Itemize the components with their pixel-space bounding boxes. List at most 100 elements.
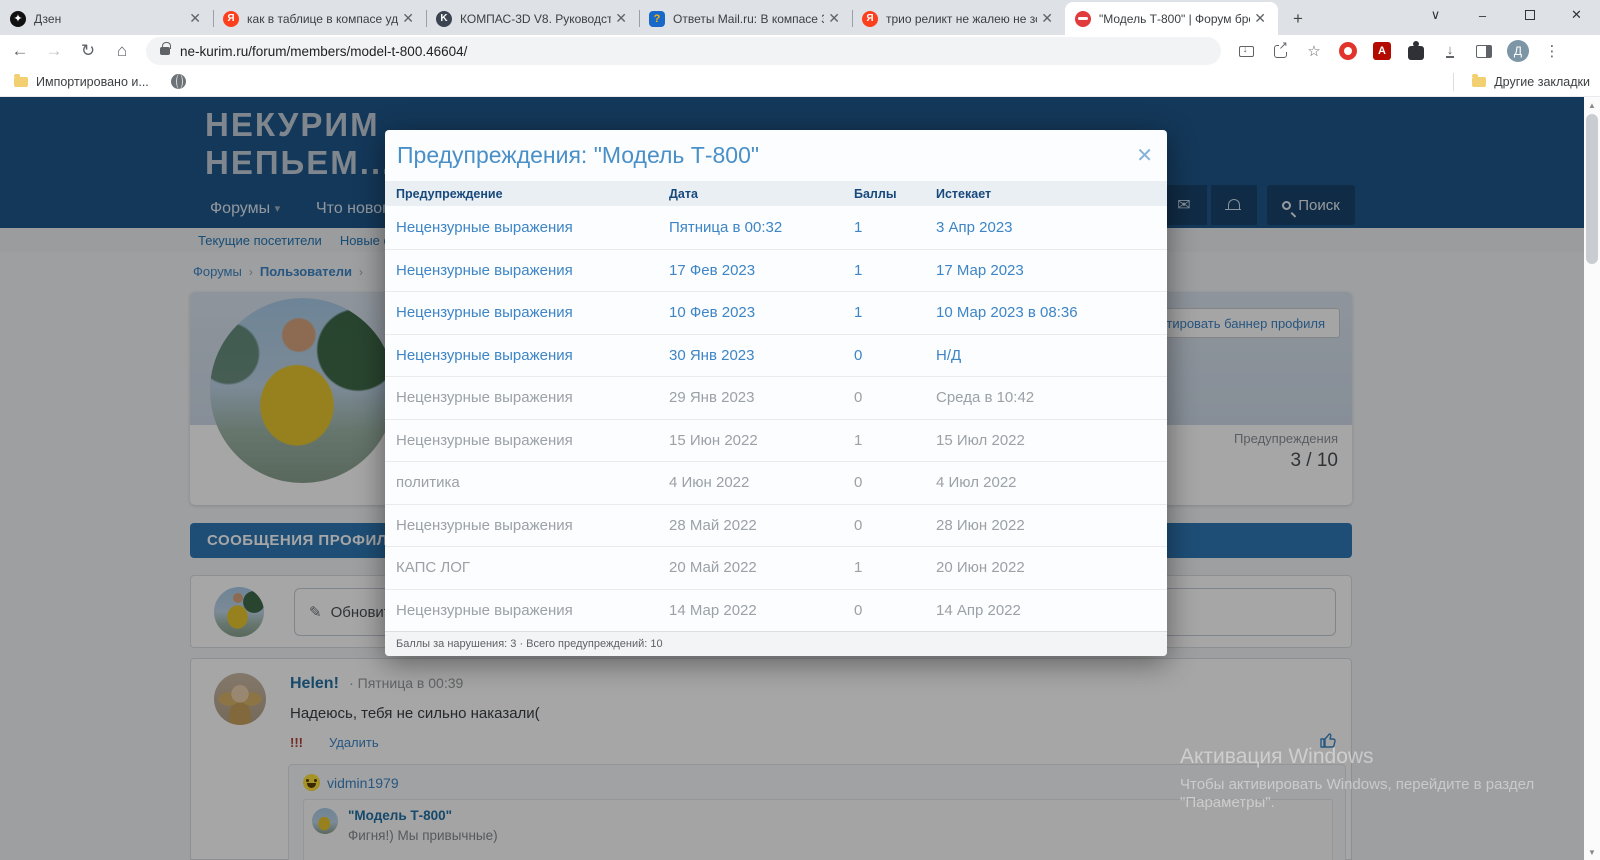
pdf-icon: A bbox=[1373, 42, 1391, 60]
tab-close-icon[interactable]: ✕ bbox=[398, 10, 418, 27]
warning-date: 15 Июн 2022 bbox=[669, 432, 854, 449]
warnings-modal: Предупреждения: "Модель Т-800" ✕ Предупр… bbox=[385, 130, 1167, 656]
warning-link[interactable]: Нецензурные выражения bbox=[385, 347, 669, 364]
yandex-icon: Я bbox=[862, 11, 878, 27]
minimize-button[interactable]: – bbox=[1459, 0, 1506, 30]
warning-expires: Среда в 10:42 bbox=[936, 389, 1167, 406]
table-row[interactable]: Нецензурные выражения 15 Июн 2022 1 15 И… bbox=[385, 419, 1167, 462]
tab-title: как в таблице в компасе уда bbox=[247, 12, 398, 26]
table-row[interactable]: политика 4 Июн 2022 0 4 Июл 2022 bbox=[385, 461, 1167, 504]
close-window-button[interactable]: ✕ bbox=[1553, 0, 1600, 30]
warning-points: 0 bbox=[854, 474, 936, 491]
warning-date: 28 Май 2022 bbox=[669, 517, 854, 534]
warning-link[interactable]: Нецензурные выражения bbox=[385, 517, 669, 534]
tab-search-chevron[interactable]: ∨ bbox=[1412, 0, 1459, 30]
warning-points: 1 bbox=[854, 219, 936, 236]
tab-close-icon[interactable]: ✕ bbox=[1037, 10, 1057, 27]
tab-close-icon[interactable]: ✕ bbox=[1250, 10, 1270, 27]
panel-icon bbox=[1476, 45, 1492, 58]
warnings-table-body: Нецензурные выражения Пятница в 00:32 1 … bbox=[385, 206, 1167, 631]
warning-points: 1 bbox=[854, 559, 936, 576]
windows-activation-watermark: Активация Windows Чтобы активировать Win… bbox=[1180, 745, 1534, 811]
maximize-icon bbox=[1525, 10, 1535, 20]
forward-icon[interactable]: → bbox=[40, 37, 68, 65]
warning-link[interactable]: Нецензурные выражения bbox=[385, 262, 669, 279]
save-page-icon[interactable] bbox=[1235, 40, 1257, 62]
share-icon[interactable] bbox=[1269, 40, 1291, 62]
table-row[interactable]: Нецензурные выражения Пятница в 00:32 1 … bbox=[385, 206, 1167, 249]
tab-title: Ответы Mail.ru: В компасе 3D bbox=[673, 12, 824, 26]
downloads-icon[interactable]: ↓ bbox=[1439, 40, 1461, 62]
other-bookmarks-label: Другие закладки bbox=[1494, 75, 1590, 89]
browser-toolbar: ← → ↻ ⌂ ne-kurim.ru/forum/members/model-… bbox=[0, 35, 1600, 67]
warning-date: 10 Фев 2023 bbox=[669, 304, 854, 321]
browser-menu-icon[interactable]: ⋮ bbox=[1541, 40, 1563, 62]
watermark-line: "Параметры". bbox=[1180, 794, 1534, 811]
tab-close-icon[interactable]: ✕ bbox=[824, 10, 844, 27]
new-tab-button[interactable]: + bbox=[1284, 5, 1312, 33]
bookmarks-bar: Импортировано и... Другие закладки bbox=[0, 67, 1600, 97]
tab-kompas-table[interactable]: Я как в таблице в компасе уда ✕ bbox=[213, 2, 426, 35]
warning-points: 1 bbox=[854, 262, 936, 279]
close-icon[interactable]: ✕ bbox=[1136, 143, 1153, 168]
tab-title: Дзен bbox=[34, 12, 185, 26]
scroll-down-arrow[interactable]: ▼ bbox=[1584, 844, 1600, 860]
url-text[interactable]: ne-kurim.ru/forum/members/model-t-800.46… bbox=[180, 44, 467, 59]
adobe-extension-icon[interactable]: A bbox=[1371, 40, 1393, 62]
tab-kompas-manual[interactable]: K КОМПАС-3D V8. Руководств ✕ bbox=[426, 2, 639, 35]
warning-link[interactable]: Нецензурные выражения bbox=[385, 304, 669, 321]
table-row[interactable]: Нецензурные выражения 30 Янв 2023 0 Н/Д bbox=[385, 334, 1167, 377]
warning-points: 0 bbox=[854, 347, 936, 364]
table-row[interactable]: Нецензурные выражения 29 Янв 2023 0 Сред… bbox=[385, 376, 1167, 419]
warning-link[interactable]: Нецензурные выражения bbox=[385, 432, 669, 449]
tab-trio[interactable]: Я трио реликт не жалею не зо ✕ bbox=[852, 2, 1065, 35]
warning-date: 14 Мар 2022 bbox=[669, 602, 854, 619]
table-row[interactable]: Нецензурные выражения 28 Май 2022 0 28 И… bbox=[385, 504, 1167, 547]
table-row[interactable]: Нецензурные выражения 14 Мар 2022 0 14 А… bbox=[385, 589, 1167, 632]
warning-link[interactable]: Нецензурные выражения bbox=[385, 602, 669, 619]
warning-link[interactable]: КАПС ЛОГ bbox=[385, 559, 669, 576]
table-row[interactable]: Нецензурные выражения 10 Фев 2023 1 10 М… bbox=[385, 291, 1167, 334]
tab-close-icon[interactable]: ✕ bbox=[185, 10, 205, 27]
warning-expires: 15 Июл 2022 bbox=[936, 432, 1167, 449]
globe-bookmark-icon[interactable] bbox=[171, 74, 186, 89]
warning-expires: 4 Июл 2022 bbox=[936, 474, 1167, 491]
folder-icon bbox=[14, 77, 28, 87]
tab-close-icon[interactable]: ✕ bbox=[611, 10, 631, 27]
table-row[interactable]: КАПС ЛОГ 20 Май 2022 1 20 Июн 2022 bbox=[385, 546, 1167, 589]
warning-date: Пятница в 00:32 bbox=[669, 219, 854, 236]
page-scrollbar[interactable]: ▲ ▼ bbox=[1584, 97, 1600, 860]
column-header-warning: Предупреждение bbox=[385, 187, 669, 201]
other-bookmarks[interactable]: Другие закладки bbox=[1453, 73, 1590, 91]
side-panel-icon[interactable] bbox=[1473, 40, 1495, 62]
warning-expires: 10 Мар 2023 в 08:36 bbox=[936, 304, 1167, 321]
warning-link[interactable]: Нецензурные выражения bbox=[385, 389, 669, 406]
bookmark-star-icon[interactable]: ☆ bbox=[1303, 40, 1325, 62]
tab-dzen[interactable]: ✦ Дзен ✕ bbox=[0, 2, 213, 35]
tab-mailru[interactable]: ? Ответы Mail.ru: В компасе 3D ✕ bbox=[639, 2, 852, 35]
warning-points: 1 bbox=[854, 304, 936, 321]
dark-extension-icon[interactable] bbox=[1405, 40, 1427, 62]
page-viewport: НЕКУРИМ НЕПЬЕМ... Форумы ▾ Что нового ✉ … bbox=[0, 97, 1600, 860]
maximize-button[interactable] bbox=[1506, 0, 1553, 30]
home-icon[interactable]: ⌂ bbox=[108, 37, 136, 65]
warning-link[interactable]: политика bbox=[385, 474, 669, 491]
watermark-line: Чтобы активировать Windows, перейдите в … bbox=[1180, 776, 1534, 793]
adblock-extension-icon[interactable] bbox=[1337, 40, 1359, 62]
adblock-icon bbox=[1339, 42, 1357, 60]
browser-profile-avatar[interactable]: Д bbox=[1507, 40, 1529, 62]
tab-model-t800-active[interactable]: "Модель Т-800" | Форум бро ✕ bbox=[1065, 2, 1278, 35]
scrollbar-thumb[interactable] bbox=[1586, 114, 1598, 264]
warning-points: 0 bbox=[854, 517, 936, 534]
address-bar[interactable]: ne-kurim.ru/forum/members/model-t-800.46… bbox=[146, 37, 1221, 65]
scroll-up-arrow[interactable]: ▲ bbox=[1584, 97, 1600, 113]
tab-title: КОМПАС-3D V8. Руководств bbox=[460, 12, 611, 26]
table-row[interactable]: Нецензурные выражения 17 Фев 2023 1 17 М… bbox=[385, 249, 1167, 292]
warning-date: 17 Фев 2023 bbox=[669, 262, 854, 279]
back-icon[interactable]: ← bbox=[6, 37, 34, 65]
imported-bookmarks-folder[interactable]: Импортировано и... bbox=[36, 75, 149, 89]
reload-icon[interactable]: ↻ bbox=[74, 37, 102, 65]
lock-icon bbox=[160, 47, 170, 55]
tab-title: трио реликт не жалею не зо bbox=[886, 12, 1037, 26]
warning-link[interactable]: Нецензурные выражения bbox=[385, 219, 669, 236]
